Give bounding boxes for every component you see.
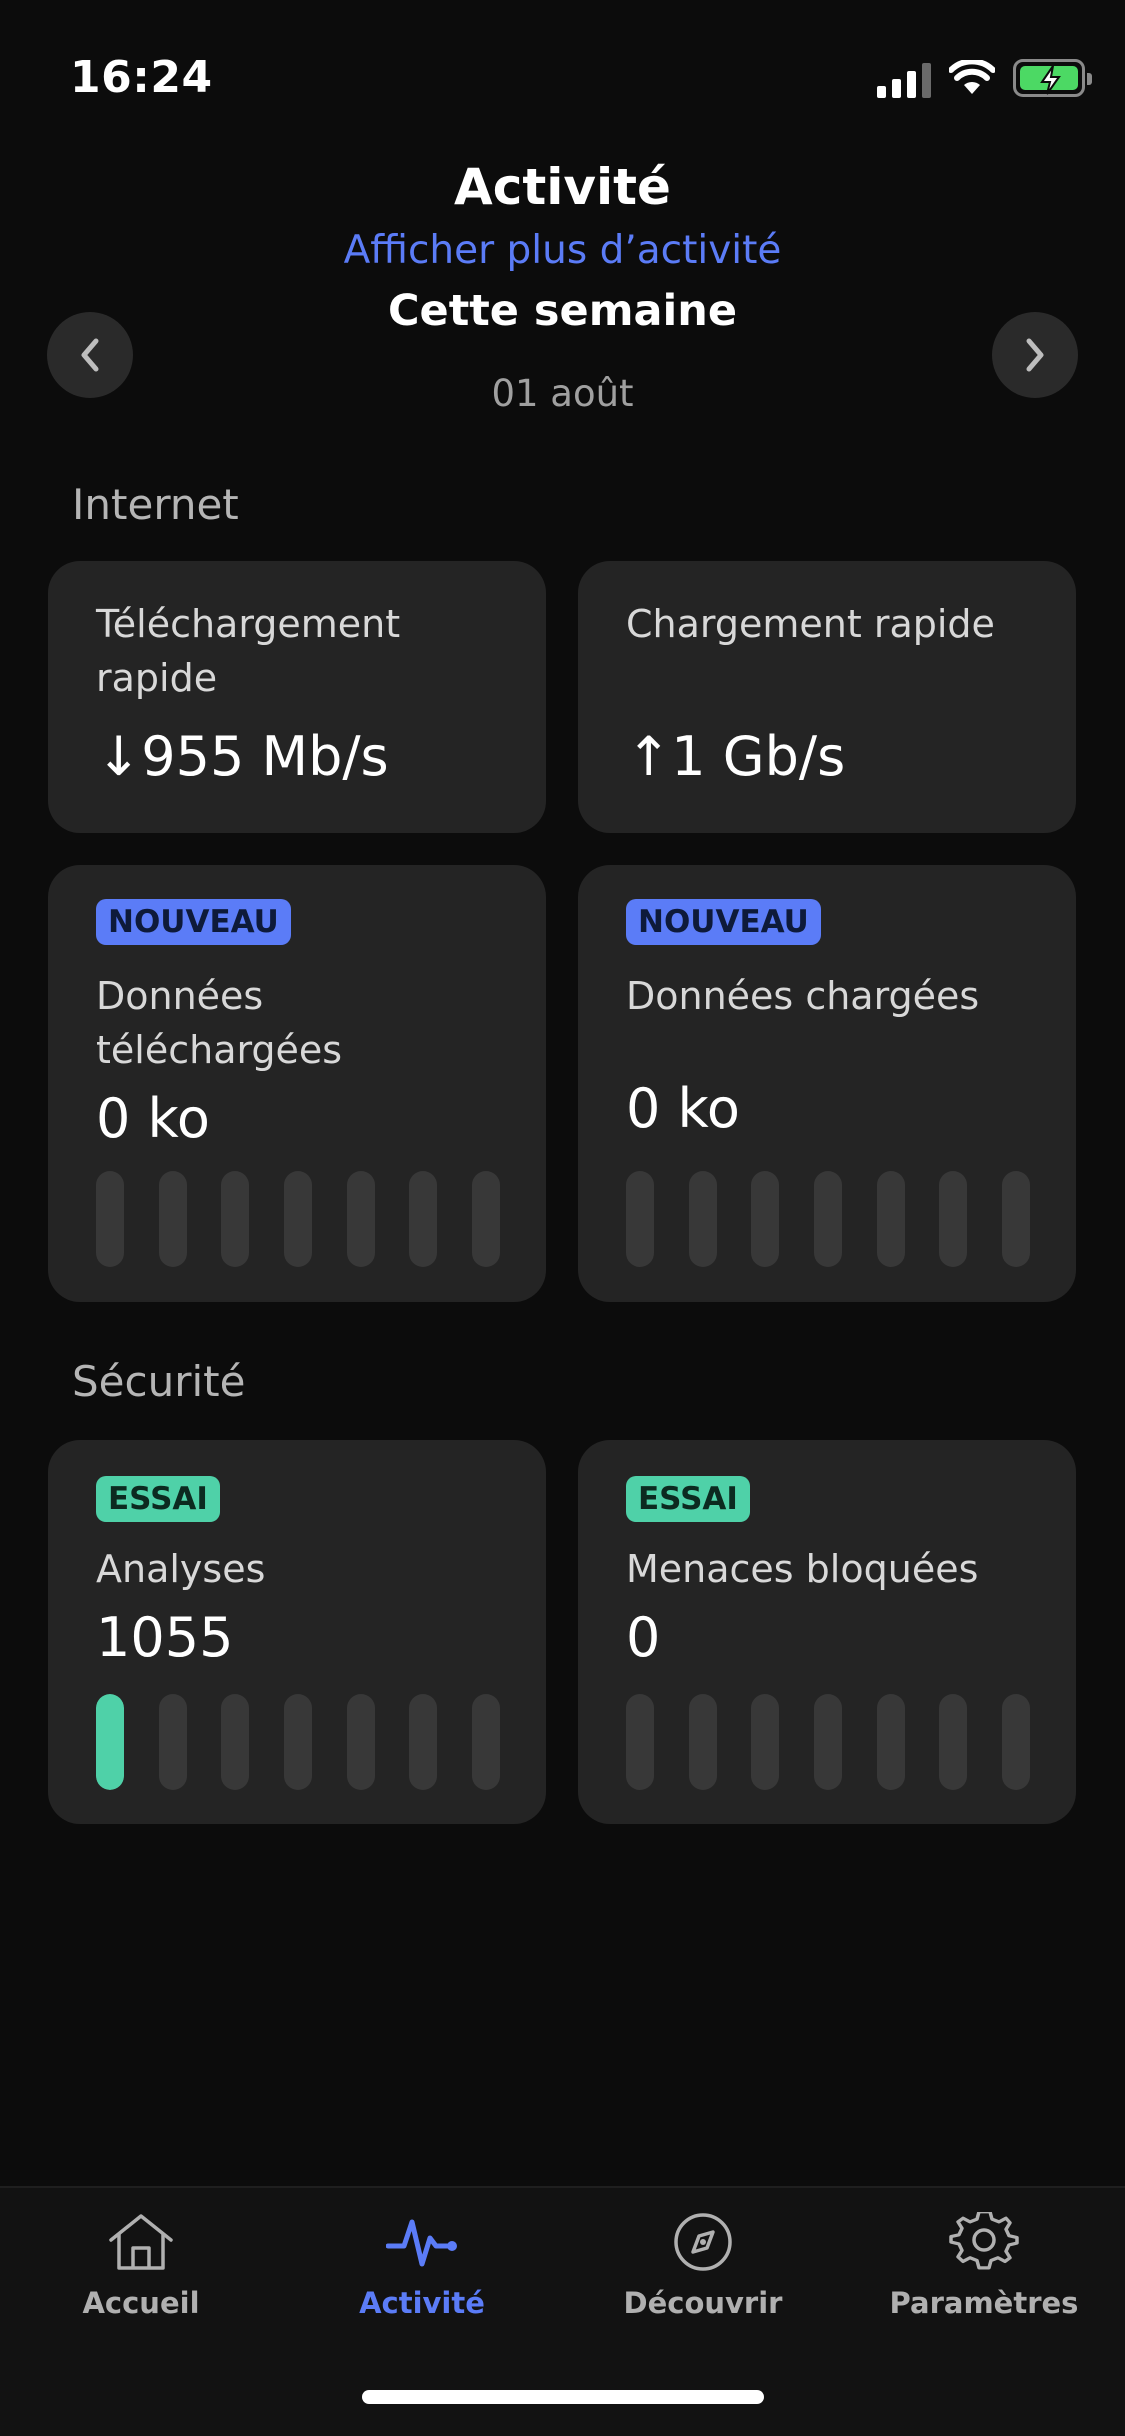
daily-bar — [813, 1171, 842, 1267]
tab-label: Paramètres — [889, 2286, 1079, 2320]
daily-bar — [283, 1694, 312, 1790]
daily-bar — [626, 1694, 654, 1790]
threats-blocked-card[interactable]: ESSAI Menaces bloquées 0 — [578, 1440, 1076, 1824]
tab-home[interactable]: Accueil — [21, 2212, 261, 2320]
section-label-security: Sécurité — [72, 1357, 246, 1406]
card-value: 1055 — [96, 1606, 234, 1669]
tab-discover[interactable]: Découvrir — [583, 2212, 823, 2320]
upload-speed-card[interactable]: Chargement rapide ↑1 Gb/s — [578, 561, 1076, 833]
daily-bar-fill — [96, 1694, 124, 1790]
daily-bar — [409, 1694, 438, 1790]
tab-label: Découvrir — [623, 2286, 783, 2320]
card-value: 0 ko — [626, 1077, 740, 1140]
daily-bar — [221, 1694, 250, 1790]
status-time: 16:24 — [70, 52, 213, 103]
tab-label: Activité — [359, 2286, 485, 2320]
card-title: Téléchargement rapide — [96, 602, 401, 700]
download-speed-card[interactable]: Téléchargement rapide ↓955 Mb/s — [48, 561, 546, 833]
previous-period-button[interactable] — [47, 312, 133, 398]
status-bar: 16:24 — [0, 0, 1125, 140]
trial-badge: ESSAI — [626, 1476, 750, 1522]
daily-bars — [626, 1694, 1030, 1790]
scans-card[interactable]: ESSAI Analyses 1055 — [48, 1440, 546, 1824]
card-value: ↓955 Mb/s — [96, 725, 389, 788]
more-activity-link[interactable]: Afficher plus d’activité — [0, 228, 1125, 273]
compass-icon — [674, 2213, 732, 2271]
activity-icon — [386, 2219, 457, 2267]
daily-bar — [96, 1171, 124, 1267]
chevron-left-icon — [81, 338, 99, 372]
daily-bar — [346, 1694, 375, 1790]
daily-bar — [876, 1171, 905, 1267]
chevron-right-icon — [1026, 338, 1044, 372]
daily-bar — [346, 1171, 375, 1267]
card-value: 0 — [626, 1606, 661, 1669]
downloaded-data-card[interactable]: NOUVEAU Données téléchargées 0 ko — [48, 865, 546, 1302]
period-date: 01 août — [491, 372, 634, 415]
daily-bar — [471, 1171, 500, 1267]
new-badge: NOUVEAU — [626, 899, 821, 945]
daily-bar — [158, 1694, 187, 1790]
daily-bar — [158, 1171, 187, 1267]
daily-bar — [876, 1694, 905, 1790]
card-value: ↑1 Gb/s — [626, 725, 846, 788]
daily-bar — [751, 1171, 780, 1267]
wifi-icon — [949, 60, 995, 94]
card-title: Menaces bloquées — [626, 1547, 979, 1591]
card-value: 0 ko — [96, 1087, 210, 1150]
card-title: Chargement rapide — [626, 602, 995, 646]
cellular-signal-icon — [877, 58, 931, 98]
status-icons — [877, 58, 1092, 98]
trial-badge: ESSAI — [96, 1476, 220, 1522]
daily-bar — [751, 1694, 780, 1790]
battery-icon — [1013, 59, 1092, 97]
daily-bar — [939, 1694, 968, 1790]
daily-bars — [96, 1171, 500, 1267]
daily-bar — [688, 1694, 717, 1790]
header: Activité Afficher plus d’activité Cette … — [0, 140, 1125, 440]
section-label-internet: Internet — [72, 480, 239, 529]
daily-bar — [813, 1694, 842, 1790]
daily-bar — [221, 1171, 250, 1267]
daily-bar — [626, 1171, 654, 1267]
daily-bar — [688, 1171, 717, 1267]
tab-label: Accueil — [82, 2286, 200, 2320]
gear-icon — [949, 2212, 1019, 2270]
daily-bar — [1001, 1171, 1030, 1267]
uploaded-data-card[interactable]: NOUVEAU Données chargées 0 ko — [578, 865, 1076, 1302]
daily-bar — [939, 1171, 968, 1267]
home-icon — [109, 2214, 173, 2270]
tab-activity[interactable]: Activité — [302, 2212, 542, 2320]
daily-bars — [96, 1694, 500, 1790]
card-title: Données téléchargées — [96, 974, 343, 1072]
home-indicator — [362, 2390, 764, 2404]
card-title: Analyses — [96, 1547, 266, 1591]
period-label: Cette semaine — [387, 286, 738, 336]
new-badge: NOUVEAU — [96, 899, 291, 945]
page-title: Activité — [454, 158, 671, 216]
card-title: Données chargées — [626, 974, 980, 1018]
tab-settings[interactable]: Paramètres — [864, 2212, 1104, 2320]
daily-bar — [1001, 1694, 1030, 1790]
daily-bar — [283, 1171, 312, 1267]
next-period-button[interactable] — [992, 312, 1078, 398]
daily-bar — [471, 1694, 500, 1790]
daily-bar — [96, 1694, 124, 1790]
daily-bars — [626, 1171, 1030, 1267]
daily-bar — [409, 1171, 438, 1267]
